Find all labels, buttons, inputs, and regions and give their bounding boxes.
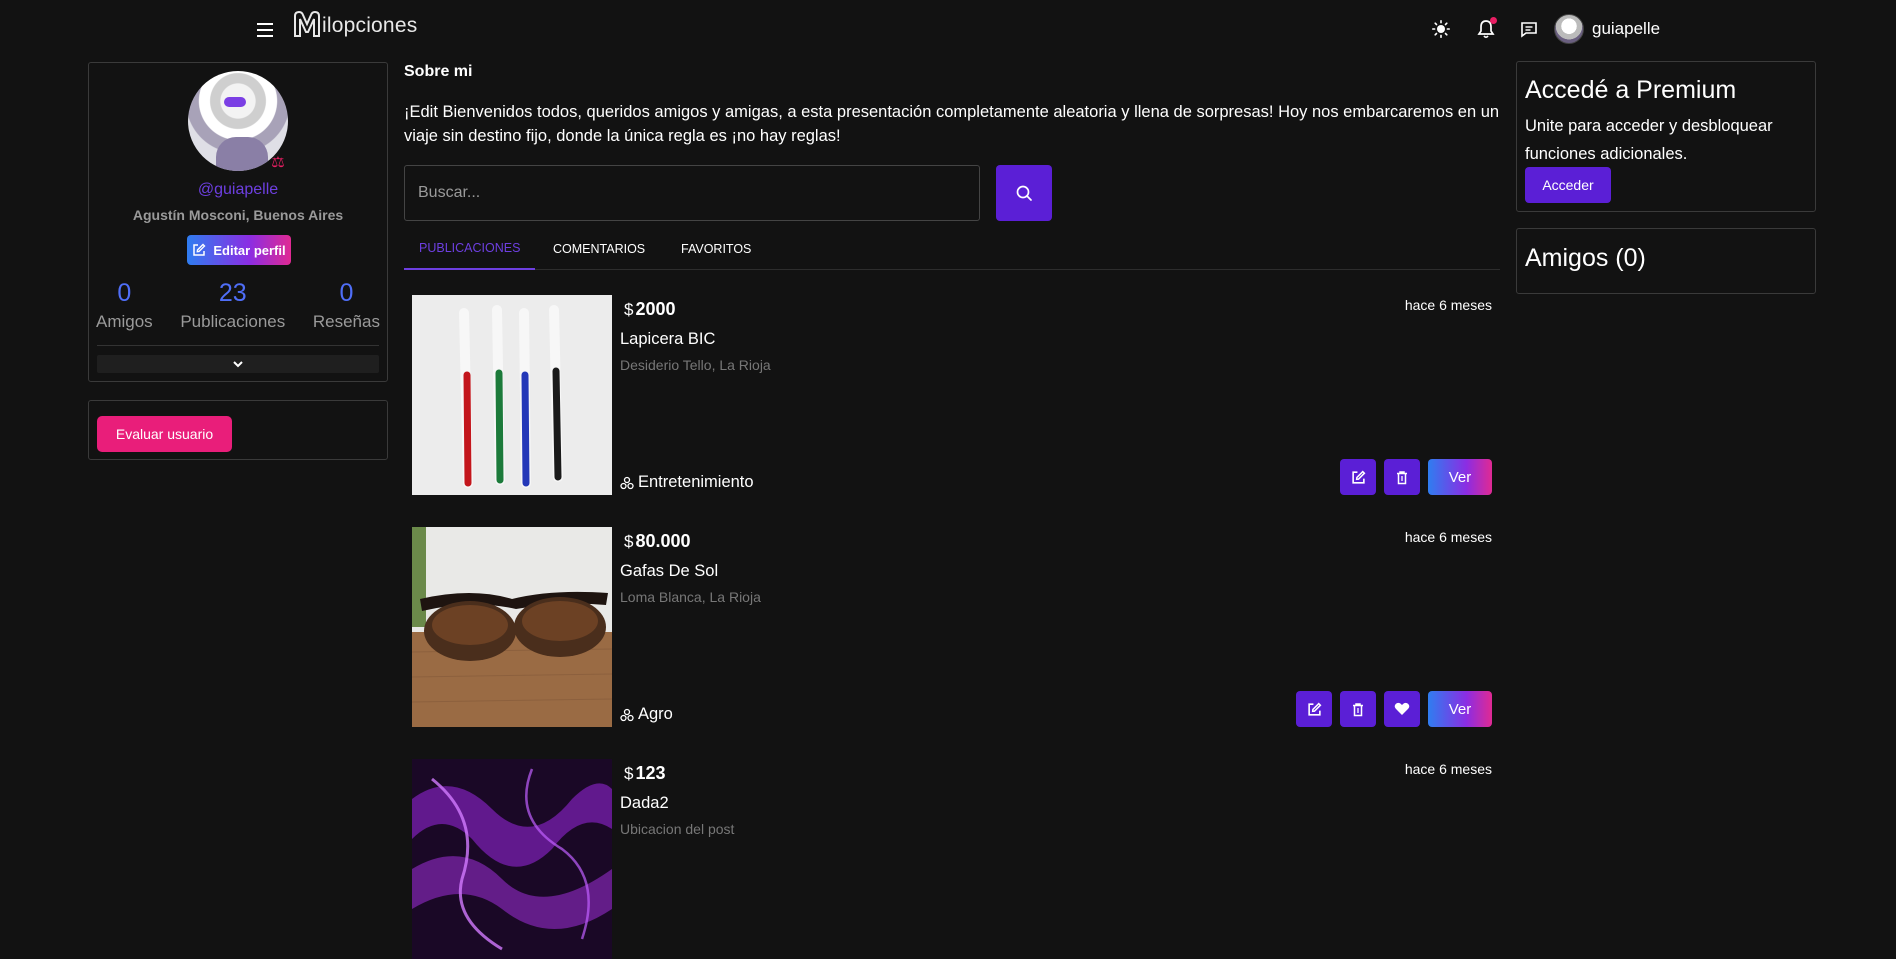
premium-card: Accedé a Premium Unite para acceder y de… — [1516, 61, 1816, 212]
delete-post-button[interactable] — [1384, 459, 1420, 495]
notification-dot — [1490, 17, 1497, 24]
edit-profile-label: Editar perfil — [213, 242, 286, 258]
post-price: $80.000 — [624, 531, 691, 551]
category-icon — [620, 708, 634, 721]
profile-card: ⚖ @guiapelle Agustín Mosconi, Buenos Air… — [88, 62, 388, 382]
rate-user-card: Evaluar usuario — [88, 400, 388, 460]
search-input[interactable] — [404, 165, 980, 221]
stat-reviews[interactable]: 0 Reseñas — [313, 278, 380, 332]
chevron-down-icon — [233, 361, 243, 368]
stat-value: 0 — [117, 279, 132, 307]
premium-title: Accedé a Premium — [1525, 76, 1737, 104]
edit-profile-button[interactable]: Editar perfil — [187, 235, 291, 265]
trash-icon — [1397, 470, 1407, 484]
stat-friends[interactable]: 0 Amigos — [96, 278, 153, 332]
post-title[interactable]: Gafas De Sol — [620, 562, 718, 581]
search-button[interactable] — [996, 165, 1052, 221]
category-icon — [620, 476, 634, 489]
theme-toggle-sun-icon[interactable] — [1427, 15, 1455, 43]
post-price: $123 — [624, 763, 666, 783]
post-image[interactable] — [412, 527, 612, 727]
about-title: Sobre mi — [404, 63, 473, 80]
top-navbar: ilopciones guiapelle — [0, 0, 1896, 58]
post-image[interactable] — [412, 759, 612, 959]
post-time: hace 6 meses — [1404, 529, 1492, 545]
delete-post-button[interactable] — [1340, 691, 1376, 727]
expand-profile-button[interactable] — [97, 355, 379, 373]
premium-text: Unite para acceder y desbloquear funcion… — [1525, 117, 1773, 163]
premium-access-button[interactable]: Acceder — [1525, 167, 1611, 203]
post-location: Desiderio Tello, La Rioja — [620, 357, 771, 373]
notifications-bell-icon[interactable] — [1472, 15, 1500, 43]
view-post-button[interactable]: Ver — [1428, 691, 1492, 727]
logo-text: ilopciones — [322, 14, 418, 37]
scale-badge-icon: ⚖ — [271, 154, 285, 171]
profile-stats: 0 Amigos 23 Publicaciones 0 Reseñas — [89, 278, 387, 332]
post-category: Agro — [620, 705, 673, 724]
profile-location: Agustín Mosconi, Buenos Aires — [132, 207, 344, 223]
friends-title: Amigos (0) — [1525, 244, 1646, 272]
post-price: $2000 — [624, 299, 676, 319]
hamburger-menu-icon[interactable] — [252, 17, 278, 43]
post-image[interactable] — [412, 295, 612, 495]
logo-m-icon — [294, 10, 320, 37]
tab-publicaciones[interactable]: PUBLICACIONES — [404, 228, 536, 270]
site-logo[interactable]: ilopciones — [292, 10, 417, 38]
post-actions: Ver — [1296, 691, 1492, 727]
profile-tabs: PUBLICACIONES COMENTARIOS FAVORITOS — [404, 228, 1500, 270]
edit-icon — [193, 243, 206, 256]
tab-comentarios[interactable]: COMENTARIOS — [538, 228, 660, 270]
post-title[interactable]: Dada2 — [620, 794, 669, 813]
post-card: $123 hace 6 meses Dada2 Ubicacion del po… — [412, 759, 1492, 959]
rate-user-button[interactable]: Evaluar usuario — [97, 416, 232, 452]
post-title[interactable]: Lapicera BIC — [620, 330, 715, 349]
divider — [97, 345, 379, 346]
stat-value: 0 — [339, 279, 354, 307]
messages-chat-icon[interactable] — [1515, 15, 1543, 43]
stat-label: Reseñas — [312, 312, 380, 331]
favorite-post-button[interactable] — [1384, 691, 1420, 727]
tab-favoritos[interactable]: FAVORITOS — [666, 228, 766, 270]
search-icon — [1016, 185, 1032, 201]
stat-posts[interactable]: 23 Publicaciones — [180, 278, 285, 332]
post-location: Ubicacion del post — [620, 821, 735, 837]
edit-post-button[interactable] — [1340, 459, 1376, 495]
post-time: hace 6 meses — [1404, 761, 1492, 777]
post-location: Loma Blanca, La Rioja — [620, 589, 761, 605]
heart-icon — [1394, 702, 1410, 715]
edit-icon — [1351, 470, 1365, 484]
stat-label: Publicaciones — [180, 312, 286, 331]
post-category: Entretenimiento — [620, 473, 754, 492]
post-actions: Ver — [1340, 459, 1492, 495]
trash-icon — [1353, 702, 1363, 716]
post-card: $80.000 hace 6 meses Gafas De Sol Loma B… — [412, 527, 1492, 727]
stat-label: Amigos — [96, 312, 153, 331]
stat-value: 23 — [218, 279, 247, 307]
edit-icon — [1307, 702, 1321, 716]
user-menu[interactable]: guiapelle — [1554, 14, 1660, 44]
friends-card: Amigos (0) — [1516, 228, 1816, 294]
header-username: guiapelle — [1592, 19, 1661, 38]
post-time: hace 6 meses — [1404, 297, 1492, 313]
edit-post-button[interactable] — [1296, 691, 1332, 727]
post-card: $2000 hace 6 meses Lapicera BIC Desideri… — [412, 295, 1492, 495]
profile-handle: @guiapelle — [197, 181, 279, 198]
about-text: ¡Edit Bienvenidos todos, queridos amigos… — [404, 103, 1500, 145]
avatar — [1554, 14, 1584, 44]
view-post-button[interactable]: Ver — [1428, 459, 1492, 495]
